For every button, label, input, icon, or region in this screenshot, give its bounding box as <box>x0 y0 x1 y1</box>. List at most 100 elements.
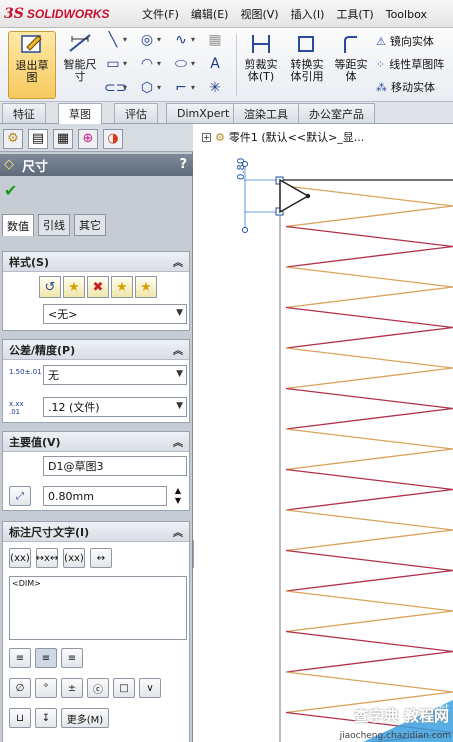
tab-render-tools[interactable]: 渲染工具 <box>233 103 299 123</box>
dimension-name-field[interactable]: D1@草图3 <box>43 456 187 476</box>
depth-icon[interactable]: ↧ <box>35 708 57 728</box>
delete-style-icon[interactable]: ✖ <box>87 276 109 298</box>
style-group-header[interactable]: 样式(S) ︽ <box>3 252 189 272</box>
collapse-icon[interactable]: ︽ <box>173 524 183 539</box>
property-manager-icon[interactable]: ▤ <box>28 129 48 149</box>
tab-evaluate[interactable]: 评估 <box>114 103 158 123</box>
fillet-icon[interactable]: ⌐ <box>172 80 190 96</box>
tab-value[interactable]: 数值 <box>2 214 34 236</box>
tab-features[interactable]: 特征 <box>2 103 46 123</box>
square-symbol-button[interactable]: □ <box>113 678 135 698</box>
offset-entities-button[interactable]: 等距实体 <box>330 31 372 99</box>
add-style-icon[interactable]: ★ <box>63 276 85 298</box>
primary-value-header[interactable]: 主要值(V) ︽ <box>3 432 189 452</box>
degree-symbol-button[interactable]: ° <box>35 678 57 698</box>
help-button[interactable]: ? <box>179 157 187 172</box>
diameter-symbol-button[interactable]: ∅ <box>9 678 31 698</box>
spring-coil-line <box>285 488 453 511</box>
convert-entities-button[interactable]: 转换实体引用 <box>286 31 328 99</box>
circle-icon[interactable]: ◎ <box>138 32 156 48</box>
precision-select[interactable]: .12 (文件) ▼ <box>43 397 187 417</box>
chevron-down-icon: ▼ <box>176 369 183 379</box>
load-style-icon[interactable]: ★ <box>135 276 157 298</box>
center-dimension-button[interactable]: ↔x↔ <box>36 548 58 568</box>
feature-tree-icon[interactable]: ⚙ <box>3 129 23 149</box>
spline-icon[interactable]: ∿ <box>172 32 190 48</box>
style-select-value: <无> <box>48 308 78 321</box>
dimension-text-value: <DIM> <box>12 579 41 588</box>
spring-coil-line <box>285 468 453 491</box>
style-select[interactable]: <无> ▼ <box>43 304 187 324</box>
align-left-icon[interactable]: ≡ <box>9 648 31 668</box>
value-spinner[interactable]: ▲ ▼ <box>171 486 185 506</box>
apply-default-style-icon[interactable]: ↺ <box>39 276 61 298</box>
ok-button[interactable]: ✔ <box>4 181 17 200</box>
text-icon[interactable]: A <box>206 56 224 72</box>
menu-tools[interactable]: 工具(T) <box>330 6 379 22</box>
configuration-icon[interactable]: ▦ <box>53 129 73 149</box>
collapse-icon[interactable]: ︽ <box>173 434 183 449</box>
dimension-label[interactable]: 0.80 <box>236 158 247 180</box>
arc-icon[interactable]: ◠ <box>138 56 156 72</box>
exit-sketch-button[interactable]: 退出草图 <box>8 31 56 99</box>
chevron-down-icon[interactable]: ▾ <box>191 33 198 47</box>
reverse-direction-icon[interactable]: ⤢ <box>9 486 31 506</box>
mirror-entities-button[interactable]: ⚠ 镜向实体 <box>376 31 434 51</box>
trim-entities-button[interactable]: 剪裁实体(T) <box>238 31 284 99</box>
menu-view[interactable]: 视图(V) <box>234 6 284 22</box>
tab-office-products[interactable]: 办公室产品 <box>298 103 375 123</box>
offset-text-button[interactable]: ↔ <box>90 548 112 568</box>
display-manager-icon[interactable]: ◑ <box>103 129 123 149</box>
counterbore-icon[interactable]: ⊔ <box>9 708 31 728</box>
more-symbols-button[interactable]: 更多(M) <box>61 708 109 728</box>
line-icon[interactable]: ╲ <box>104 32 122 48</box>
tolerance-type-select[interactable]: 无 ▼ <box>43 365 187 385</box>
tab-sketch[interactable]: 草图 <box>58 103 102 124</box>
chevron-down-icon[interactable]: ▾ <box>123 57 130 71</box>
plus-minus-symbol-button[interactable]: ± <box>61 678 83 698</box>
dimension-text-area[interactable]: <DIM> <box>9 576 187 640</box>
polygon-icon[interactable]: ⬡ <box>138 80 156 96</box>
tab-other[interactable]: 其它 <box>74 214 106 236</box>
menu-toolbox[interactable]: Toolbox <box>380 8 433 21</box>
ellipse-icon[interactable]: ⬭ <box>172 56 190 72</box>
graphics-area[interactable]: + ⚙ 零件1 (默认<<默认>_显... 0.80 jb51.net 查字典 … <box>194 124 453 742</box>
chevron-down-icon[interactable]: ▾ <box>157 81 164 95</box>
grid-icon[interactable]: ▦ <box>206 32 224 48</box>
align-center-icon[interactable]: ≡ <box>35 648 57 668</box>
menu-insert[interactable]: 插入(I) <box>285 6 331 22</box>
countersink-symbol-button[interactable]: ∨ <box>139 678 161 698</box>
dimension-text-header[interactable]: 标注尺寸文字(I) ︽ <box>3 522 189 542</box>
tab-leaders[interactable]: 引线 <box>38 214 70 236</box>
spring-coil-line <box>285 509 453 531</box>
chevron-down-icon[interactable]: ▾ <box>157 33 164 47</box>
dimension-value-field[interactable]: 0.80mm <box>43 486 167 506</box>
menu-edit[interactable]: 编辑(E) <box>185 6 235 22</box>
parentheses-button[interactable]: (xx) <box>9 548 31 568</box>
rectangle-icon[interactable]: ▭ <box>104 56 122 72</box>
save-style-icon[interactable]: ★ <box>111 276 133 298</box>
linear-pattern-button[interactable]: ⁘ 线性草图阵 <box>376 54 444 74</box>
menu-file[interactable]: 文件(F) <box>136 6 185 22</box>
move-label: 移动实体 <box>391 81 435 94</box>
tab-dimxpert[interactable]: DimXpert <box>166 103 241 123</box>
collapse-icon[interactable]: ︽ <box>173 342 183 357</box>
move-entities-button[interactable]: ⁂ 移动实体 <box>376 77 435 97</box>
chevron-down-icon[interactable]: ▾ <box>123 33 130 47</box>
chevron-down-icon[interactable]: ▾ <box>191 81 198 95</box>
tolerance-type-icon: 1.50±.01 <box>9 368 42 376</box>
slot-icon[interactable]: ⊂⊃ <box>104 80 127 96</box>
align-right-icon[interactable]: ≡ <box>61 648 83 668</box>
collapse-icon[interactable]: ︽ <box>173 254 183 269</box>
solidworks-logo[interactable]: 3S SOLIDWORKS <box>4 5 110 23</box>
chevron-down-icon[interactable]: ▾ <box>157 57 164 71</box>
chevron-down-icon[interactable]: ▾ <box>123 81 130 95</box>
point-icon[interactable]: ✳ <box>206 80 224 96</box>
primary-value-group: 主要值(V) ︽ D1@草图3 ⤢ 0.80mm ▲ ▼ <box>2 431 190 511</box>
centerline-symbol-button[interactable]: ⓒ <box>87 678 109 698</box>
smart-dimension-button[interactable]: 智能尺寸 <box>56 31 104 99</box>
inspection-dimension-button[interactable]: (xx) <box>63 548 85 568</box>
chevron-down-icon[interactable]: ▾ <box>191 57 198 71</box>
tolerance-group-header[interactable]: 公差/精度(P) ︽ <box>3 340 189 360</box>
dimxpert-icon[interactable]: ⊕ <box>78 129 98 149</box>
